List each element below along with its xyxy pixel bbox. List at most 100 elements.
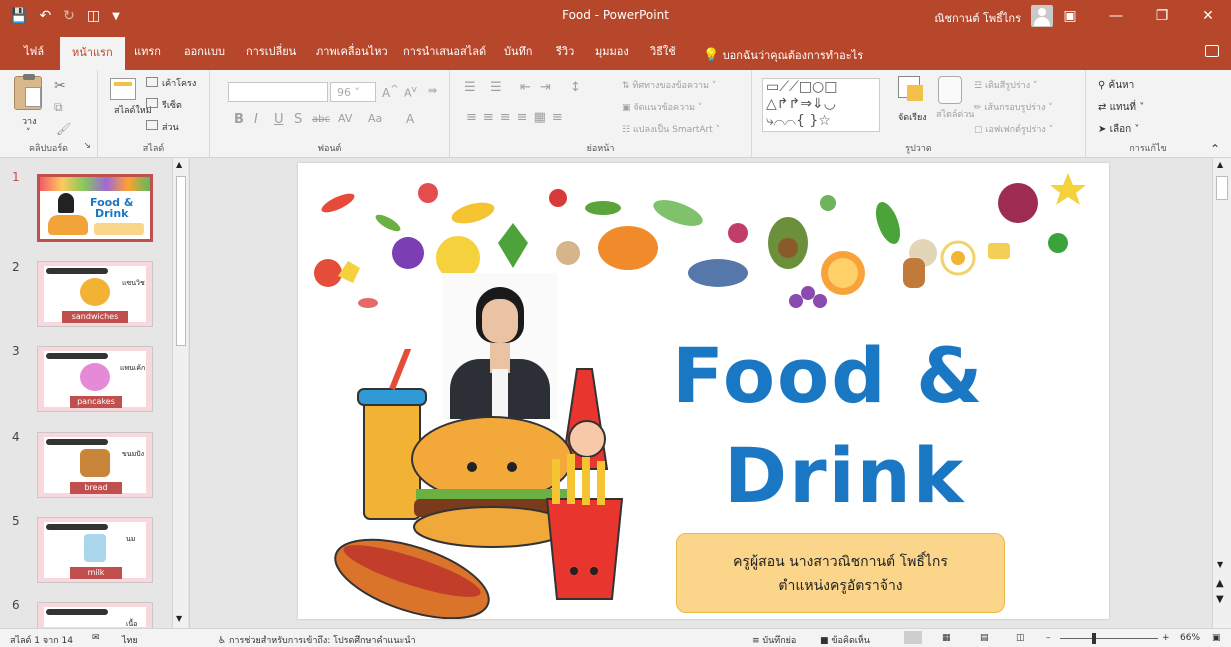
user-name[interactable]: ณิชกานต์ โพธิ์ไกร [934,9,1021,27]
scroll-up-icon[interactable]: ▲ [1217,160,1223,169]
smartart-button[interactable]: ☷ แปลงเป็น SmartArt ˅ [622,122,720,136]
tab-slideshow[interactable]: การนำเสนอสไลด์ [403,42,486,60]
section-label[interactable]: ส่วน [162,120,179,134]
replace-button[interactable]: ⇄ แทนที่ ˅ [1098,100,1144,115]
thumbnail-slide-4[interactable]: ขนมปัง bread [37,432,153,498]
tab-home[interactable]: หน้าแรก [60,37,125,71]
reset-icon[interactable] [146,98,158,108]
tab-design[interactable]: ออกแบบ [184,42,225,60]
ribbon: วาง ˅ ✂ ⧉ 🖌 คลิปบอร์ด ↘ สไลด์ใหม่ เค้าโคร… [0,70,1231,158]
font-name-box[interactable] [228,82,328,102]
reading-view-icon[interactable]: ▤ [980,633,989,643]
tell-me-search[interactable]: 💡 บอกฉันว่าคุณต้องการทำอะไร [703,46,863,64]
thumbnail-slide-5[interactable]: นม milk [37,517,153,583]
next-slide-icon[interactable]: ▼ [1216,594,1224,605]
line-spacing-icon[interactable]: ↕ [570,80,581,95]
shape-effects-button[interactable]: ▢ เอฟเฟกต์รูปร่าง ˅ [974,122,1053,136]
new-slide-icon[interactable] [110,78,136,100]
decrease-font-icon[interactable]: Av [404,84,417,100]
scrollbar-thumb[interactable] [176,176,186,346]
decrease-indent-icon[interactable]: ⇤ [520,80,531,95]
scrollbar-thumb[interactable] [1216,176,1228,200]
main-scrollbar[interactable]: ▲ ▼ ▲ ▼ [1212,158,1231,628]
zoom-out-icon[interactable]: – [1046,633,1051,643]
fit-to-window-icon[interactable]: ▣ [1212,633,1221,643]
thumbnail-scrollbar[interactable]: ▲ ▼ [172,158,188,628]
paste-label[interactable]: วาง [22,114,37,128]
copy-icon[interactable]: ⧉ [54,100,63,115]
thumbnail-slide-2[interactable]: แซนวิช sandwiches [37,261,153,327]
collapse-ribbon-icon[interactable]: ⌃ [1210,142,1220,156]
accessibility-status[interactable]: ♿ การช่วยสำหรับการเข้าถึง: โปรดศึกษาคำแน… [218,633,416,647]
strikethrough-icon[interactable]: abc [312,114,330,125]
quick-styles-icon[interactable] [938,76,962,104]
close-button[interactable]: ✕ [1185,0,1231,32]
minimize-button[interactable]: — [1093,0,1139,32]
language-status[interactable]: ไทย [122,633,138,647]
scroll-down-icon[interactable]: ▼ [176,614,182,623]
thumbnail-slide-1[interactable]: Food & Drink [37,174,153,242]
scroll-down-icon[interactable]: ▼ [1217,560,1223,569]
increase-font-icon[interactable]: A^ [382,84,399,100]
shapes-gallery[interactable]: ▭⟋⟋□○□ △↱↱⇒⇓◡ ⤷⌒⌒{ }☆ [762,78,880,132]
tab-record[interactable]: บันทึก [504,42,532,60]
format-painter-icon[interactable]: 🖌 [56,122,71,136]
zoom-slider[interactable] [1060,638,1158,639]
teacher-info-box[interactable]: ครูผู้สอน นางสาวณิชกานต์ โพธิ์ไกร ตำแหน่… [676,533,1005,613]
clear-formatting-icon[interactable]: ⇛ [428,84,437,97]
bold-icon[interactable]: B [234,112,244,127]
tab-review[interactable]: รีวิว [556,42,574,60]
shadow-icon[interactable]: S [294,112,302,127]
arrange-icon[interactable] [898,76,923,101]
char-spacing-icon[interactable]: AV [338,112,352,125]
shape-outline-button[interactable]: ✏ เส้นกรอบรูปร่าง ˅ [974,100,1053,114]
numbering-icon[interactable]: ☰ [490,80,502,95]
spelling-check-icon[interactable]: ✉ [92,633,100,643]
notes-button[interactable]: ≡ บันทึกย่อ [752,633,796,647]
font-color-icon[interactable]: A [406,112,414,126]
slide-canvas[interactable]: Food & Drink ครูผู้สอน นางสาวณิชกานต์ โพ… [298,163,1109,619]
tab-insert[interactable]: แทรก [134,42,161,60]
paste-dropdown-icon[interactable]: ˅ [26,128,31,138]
restore-button[interactable]: ❐ [1139,0,1185,32]
paste-icon[interactable] [14,74,42,110]
underline-icon[interactable]: U [274,112,284,127]
comments-button[interactable]: ■ ข้อคิดเห็น [820,633,870,647]
zoom-in-icon[interactable]: + [1162,633,1170,643]
tab-transitions[interactable]: การเปลี่ยน [246,42,296,60]
tab-file[interactable]: ไฟล์ [24,42,44,60]
comments-icon[interactable] [1205,45,1219,57]
increase-indent-icon[interactable]: ⇥ [540,80,551,95]
tab-help[interactable]: วิธีใช้ [650,42,676,60]
italic-icon[interactable]: I [254,112,258,127]
scroll-up-icon[interactable]: ▲ [176,160,182,169]
arrange-label[interactable]: จัดเรียง [898,110,927,124]
shape-fill-button[interactable]: ☲ เติมสีรูปร่าง ˅ [974,78,1038,92]
alignment-icons[interactable]: ≡≡≡≡▦≡ [466,110,569,125]
layout-label[interactable]: เค้าโครง [162,76,196,90]
cut-icon[interactable]: ✂ [54,78,66,94]
zoom-level[interactable]: 66% [1180,633,1200,643]
ribbon-display-options-icon[interactable]: ▣ [1047,0,1093,32]
select-button[interactable]: ➤ เลือก ˅ [1098,122,1139,137]
slide-sorter-icon[interactable]: ▦ [942,633,951,643]
text-direction-button[interactable]: ⇅ ทิศทางของข้อความ ˅ [622,78,716,92]
tab-animations[interactable]: ภาพเคลื่อนไหว [316,42,388,60]
slide-title-line2[interactable]: Drink [724,431,965,520]
slideshow-view-icon[interactable]: ◫ [1016,633,1025,643]
layout-icon[interactable] [146,77,158,87]
align-text-button[interactable]: ▣ จัดแนวข้อความ ˅ [622,100,703,114]
change-case-icon[interactable]: Aa [368,112,382,125]
tab-view[interactable]: มุมมอง [595,42,629,60]
quick-styles-label[interactable]: สไตล์ด่วน [936,110,974,121]
reset-label[interactable]: รีเซ็ต [162,98,182,112]
bullets-icon[interactable]: ☰ [464,80,476,95]
zoom-slider-thumb[interactable] [1092,633,1096,644]
section-icon[interactable] [146,120,158,130]
font-size-box[interactable]: 96 ˅ [330,82,376,102]
thumbnail-slide-3[interactable]: แพนเค้ก pancakes [37,346,153,412]
slide-title-line1[interactable]: Food & [672,331,984,420]
normal-view-icon[interactable] [904,631,922,644]
previous-slide-icon[interactable]: ▲ [1216,578,1224,589]
find-button[interactable]: ⚲ ค้นหา [1098,78,1134,93]
